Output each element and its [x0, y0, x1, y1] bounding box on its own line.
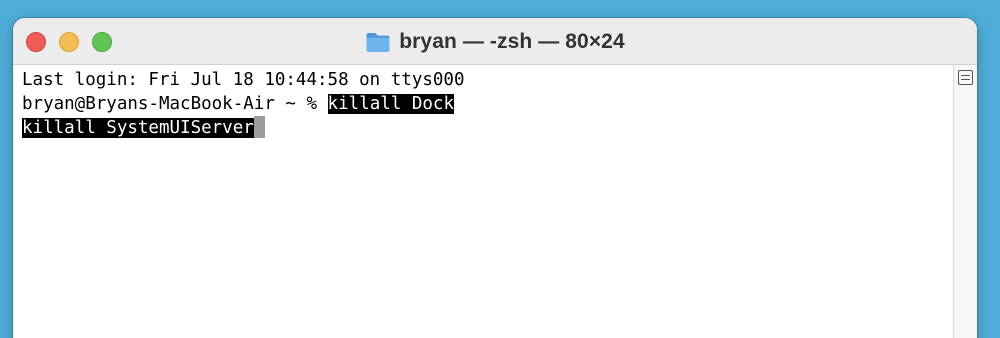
command-line-2: killall SystemUIServer — [22, 116, 953, 140]
scrollbar[interactable] — [953, 65, 977, 338]
last-login-text: Last login: Fri Jul 18 10:44:58 on ttys0… — [22, 70, 465, 90]
last-login-line: Last login: Fri Jul 18 10:44:58 on ttys0… — [22, 68, 953, 92]
prompt-line: bryan@Bryans-MacBook-Air ~ % killall Doc… — [22, 92, 953, 116]
text-cursor — [253, 116, 265, 138]
split-pane-icon[interactable] — [958, 70, 973, 85]
title-bar[interactable]: bryan — -zsh — 80×24 — [13, 18, 977, 65]
selected-command-1[interactable]: killall Dock — [327, 94, 454, 114]
window-title: bryan — -zsh — 80×24 — [399, 29, 625, 53]
shell-prompt: bryan@Bryans-MacBook-Air ~ % — [22, 94, 328, 114]
selected-command-2[interactable]: killall SystemUIServer — [22, 118, 254, 138]
window-title-group: bryan — -zsh — 80×24 — [13, 18, 977, 65]
terminal-content[interactable]: Last login: Fri Jul 18 10:44:58 on ttys0… — [13, 65, 953, 338]
terminal-window: bryan — -zsh — 80×24 Last login: Fri Jul… — [13, 18, 977, 338]
folder-icon — [365, 31, 391, 53]
